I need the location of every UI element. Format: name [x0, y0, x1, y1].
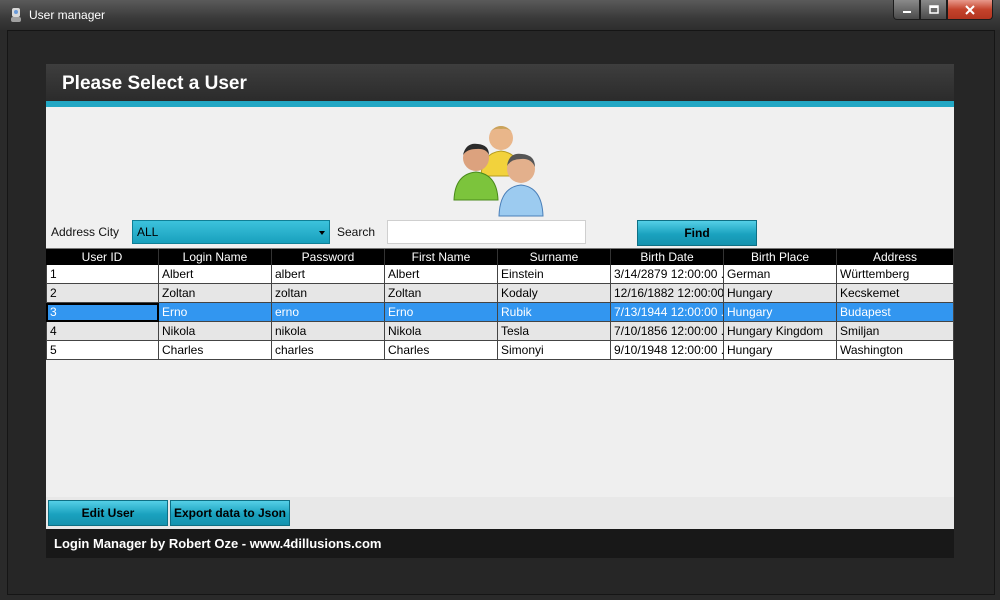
maximize-button[interactable]: [920, 0, 947, 20]
users-group-icon: [453, 126, 544, 217]
table-cell[interactable]: Charles: [385, 341, 498, 360]
table-cell-focused[interactable]: 3: [46, 303, 159, 322]
table-cell[interactable]: German: [724, 265, 837, 284]
table-row[interactable]: 2 Zoltan zoltan Zoltan Kodaly 12/16/1882…: [46, 284, 954, 303]
column-header-birth-date[interactable]: Birth Date: [611, 249, 724, 265]
close-icon: [965, 4, 975, 15]
table-cell[interactable]: erno: [272, 303, 385, 322]
edit-user-button[interactable]: Edit User: [48, 500, 168, 526]
table-cell[interactable]: Einstein: [498, 265, 611, 284]
table-cell[interactable]: 3/14/2879 12:00:00 .: [611, 265, 724, 284]
table-cell[interactable]: Budapest: [837, 303, 954, 322]
address-city-select[interactable]: ALL: [132, 220, 330, 244]
column-header-address[interactable]: Address: [837, 249, 954, 265]
search-input[interactable]: [387, 220, 586, 244]
page-title: Please Select a User: [62, 73, 247, 94]
table-cell[interactable]: albert: [272, 265, 385, 284]
column-header-surname[interactable]: Surname: [498, 249, 611, 265]
table-cell[interactable]: Washington: [837, 341, 954, 360]
table-cell[interactable]: Tesla: [498, 322, 611, 341]
table-cell[interactable]: Zoltan: [385, 284, 498, 303]
table-cell[interactable]: 1: [46, 265, 159, 284]
export-json-button[interactable]: Export data to Json: [170, 500, 290, 526]
table-cell[interactable]: Erno: [159, 303, 272, 322]
window-title: User manager: [29, 8, 106, 22]
table-cell[interactable]: Rubik: [498, 303, 611, 322]
table-cell[interactable]: nikola: [272, 322, 385, 341]
table-cell[interactable]: 9/10/1948 12:00:00 .: [611, 341, 724, 360]
column-header-user-id[interactable]: User ID: [46, 249, 159, 265]
table-cell[interactable]: 7/13/1944 12:00:00 .: [611, 303, 724, 322]
maximize-icon: [928, 5, 939, 14]
column-header-password[interactable]: Password: [272, 249, 385, 265]
table-cell[interactable]: 2: [46, 284, 159, 303]
table-cell[interactable]: Charles: [159, 341, 272, 360]
search-label: Search: [337, 225, 376, 239]
table-cell[interactable]: zoltan: [272, 284, 385, 303]
table-cell[interactable]: Nikola: [159, 322, 272, 341]
footer: Login Manager by Robert Oze - www.4dillu…: [46, 529, 954, 558]
address-city-label: Address City: [51, 225, 120, 239]
column-header-login-name[interactable]: Login Name: [159, 249, 272, 265]
table-row[interactable]: 4 Nikola nikola Nikola Tesla 7/10/1856 1…: [46, 322, 954, 341]
find-button[interactable]: Find: [637, 220, 757, 246]
table-cell[interactable]: Hungary: [724, 303, 837, 322]
users-table: User ID Login Name Password First Name S…: [46, 248, 954, 497]
close-button[interactable]: [947, 0, 993, 20]
table-cell[interactable]: charles: [272, 341, 385, 360]
table-cell[interactable]: Albert: [385, 265, 498, 284]
minimize-button[interactable]: [893, 0, 920, 20]
table-cell[interactable]: Kecskemet: [837, 284, 954, 303]
table-cell[interactable]: Hungary: [724, 341, 837, 360]
main-panel: Please Select a User Address City ALL Se…: [46, 64, 954, 558]
table-cell[interactable]: 7/10/1856 12:00:00 .: [611, 322, 724, 341]
filter-row: Address City ALL Search Find: [46, 220, 954, 246]
minimize-icon: [902, 10, 911, 13]
table-row-selected[interactable]: 3 Erno erno Erno Rubik 7/13/1944 12:00:0…: [46, 303, 954, 322]
footer-credit: Login Manager by Robert Oze - www.4dillu…: [54, 536, 382, 551]
table-row[interactable]: 5 Charles charles Charles Simonyi 9/10/1…: [46, 341, 954, 360]
app-icon: [11, 8, 21, 22]
column-header-birth-place[interactable]: Birth Place: [724, 249, 837, 265]
table-cell[interactable]: Hungary: [724, 284, 837, 303]
action-bar: Edit User Export data to Json: [46, 497, 954, 529]
table-cell[interactable]: 4: [46, 322, 159, 341]
table-cell[interactable]: Kodaly: [498, 284, 611, 303]
table-cell[interactable]: Albert: [159, 265, 272, 284]
table-cell[interactable]: Erno: [385, 303, 498, 322]
window-titlebar: User manager: [0, 0, 1000, 30]
table-header: User ID Login Name Password First Name S…: [46, 249, 954, 265]
page-header: Please Select a User: [46, 64, 954, 107]
dropdown-arrow-icon: [319, 231, 325, 235]
table-cell[interactable]: 5: [46, 341, 159, 360]
table-cell[interactable]: Smiljan: [837, 322, 954, 341]
table-cell[interactable]: Nikola: [385, 322, 498, 341]
table-cell[interactable]: Hungary Kingdom: [724, 322, 837, 341]
address-city-value: ALL: [137, 225, 159, 239]
table-cell[interactable]: Württemberg: [837, 265, 954, 284]
table-row[interactable]: 1 Albert albert Albert Einstein 3/14/287…: [46, 265, 954, 284]
table-cell[interactable]: Simonyi: [498, 341, 611, 360]
window-controls: [893, 0, 993, 20]
table-cell[interactable]: 12/16/1882 12:00:00: [611, 284, 724, 303]
column-header-first-name[interactable]: First Name: [385, 249, 498, 265]
table-cell[interactable]: Zoltan: [159, 284, 272, 303]
